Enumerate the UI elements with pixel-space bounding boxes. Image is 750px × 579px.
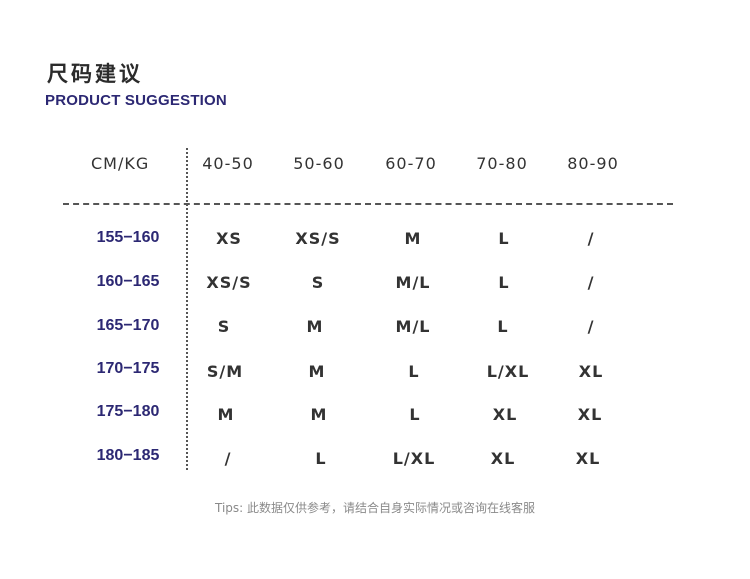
size-cell: XL xyxy=(577,405,603,424)
size-cell: / xyxy=(587,229,595,248)
row-header: 155−160 xyxy=(96,229,160,246)
size-cell: XS xyxy=(216,229,242,248)
page-title-en: PRODUCT SUGGESTION xyxy=(45,92,227,109)
size-cell: XS/S xyxy=(206,273,252,292)
size-cell: M xyxy=(306,317,324,336)
row-header: 175−180 xyxy=(96,403,160,420)
column-header: 60-70 xyxy=(385,154,437,173)
size-cell: L xyxy=(408,362,420,381)
size-cell: S xyxy=(217,317,231,336)
corner-label: CM/KG xyxy=(91,154,150,173)
size-cell: L xyxy=(498,229,510,248)
row-header: 180−185 xyxy=(96,447,160,464)
column-header: 80-90 xyxy=(567,154,619,173)
tips-note: Tips: 此数据仅供参考，请结合自身实际情况或咨询在线客服 xyxy=(214,501,536,515)
size-cell: M xyxy=(310,405,328,424)
row-header: 170−175 xyxy=(96,360,160,377)
size-cell: XL xyxy=(492,405,518,424)
size-cell: M/L xyxy=(395,317,431,336)
horizontal-divider xyxy=(63,203,673,205)
size-cell: L xyxy=(498,273,510,292)
size-cell: / xyxy=(587,273,595,292)
size-cell: XS/S xyxy=(295,229,341,248)
size-cell: M xyxy=(308,362,326,381)
column-header: 70-80 xyxy=(476,154,528,173)
size-cell: XL xyxy=(575,449,601,468)
size-cell: / xyxy=(224,449,232,468)
size-cell: XL xyxy=(578,362,604,381)
size-cell: XL xyxy=(490,449,516,468)
size-cell: L xyxy=(409,405,421,424)
size-cell: L xyxy=(315,449,327,468)
size-cell: S xyxy=(311,273,325,292)
column-header: 40-50 xyxy=(202,154,254,173)
size-cell: S/M xyxy=(206,362,244,381)
size-cell: M xyxy=(217,405,235,424)
size-cell: L/XL xyxy=(392,449,436,468)
size-cell: M xyxy=(404,229,422,248)
size-cell: L/XL xyxy=(486,362,530,381)
row-header: 160−165 xyxy=(96,273,160,290)
size-cell: M/L xyxy=(395,273,431,292)
row-header: 165−170 xyxy=(96,317,160,334)
column-header: 50-60 xyxy=(293,154,345,173)
page-title-cn: 尺码建议 xyxy=(47,62,143,86)
size-cell: L xyxy=(497,317,509,336)
size-cell: / xyxy=(587,317,595,336)
